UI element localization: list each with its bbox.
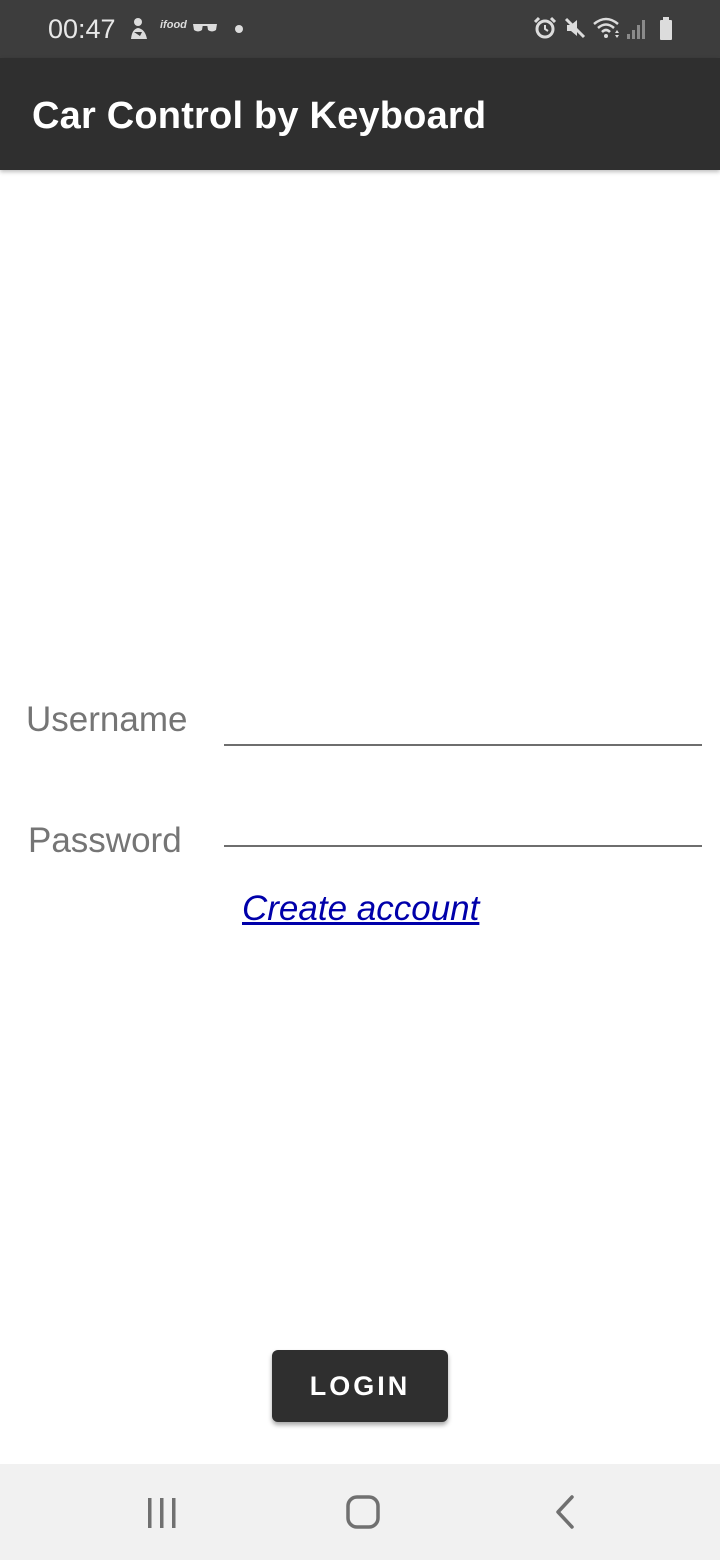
- password-label: Password: [28, 821, 182, 860]
- person-notification-icon: [131, 18, 147, 39]
- signal-icon: [627, 20, 645, 39]
- mute-icon: [564, 17, 586, 39]
- username-input[interactable]: [224, 698, 702, 746]
- status-time: 00:47: [48, 14, 116, 44]
- battery-icon: [660, 17, 672, 40]
- recents-icon[interactable]: [132, 1492, 192, 1532]
- password-input[interactable]: [224, 799, 702, 847]
- home-icon[interactable]: [333, 1492, 393, 1532]
- back-icon[interactable]: [534, 1492, 594, 1532]
- ifood-icon: ifood: [160, 19, 187, 31]
- glasses-icon: [193, 24, 217, 32]
- wifi-icon: [593, 17, 619, 38]
- app-bar: Car Control by Keyboard: [0, 58, 720, 170]
- create-account-link[interactable]: Create account: [242, 888, 479, 930]
- alarm-icon: [533, 16, 557, 39]
- dot-icon: [235, 25, 243, 33]
- nav-bar: [0, 1464, 720, 1560]
- login-button[interactable]: LOGIN: [272, 1350, 448, 1422]
- username-label: Username: [26, 700, 188, 739]
- app-title: Car Control by Keyboard: [32, 95, 487, 137]
- status-bar: 00:47 ifood: [0, 0, 720, 58]
